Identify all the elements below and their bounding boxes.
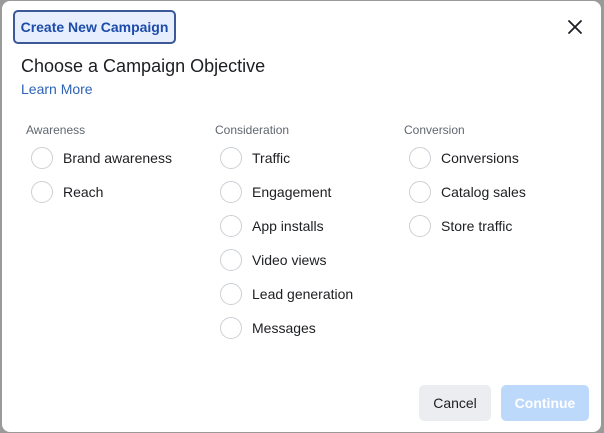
option-traffic[interactable]: Traffic xyxy=(212,138,397,172)
option-label: Lead generation xyxy=(252,286,354,302)
option-label: Brand awareness xyxy=(63,150,172,166)
option-video-views[interactable]: Video views xyxy=(212,240,397,274)
option-app-installs[interactable]: App installs xyxy=(212,206,397,240)
radio-button[interactable] xyxy=(220,147,242,169)
create-new-campaign-button[interactable]: Create New Campaign xyxy=(13,10,176,44)
radio-button[interactable] xyxy=(409,147,431,169)
radio-button[interactable] xyxy=(31,181,53,203)
option-label: Traffic xyxy=(252,150,291,166)
option-conversions[interactable]: Conversions xyxy=(401,138,586,172)
consideration-column: Consideration Traffic Engagement App ins… xyxy=(212,123,397,342)
radio-button[interactable] xyxy=(220,215,242,237)
campaign-objective-dialog: Create New Campaign Choose a Campaign Ob… xyxy=(2,1,601,432)
option-label: Catalog sales xyxy=(441,184,526,200)
radio-button[interactable] xyxy=(220,317,242,339)
radio-button[interactable] xyxy=(220,181,242,203)
radio-button[interactable] xyxy=(31,147,53,169)
column-header-consideration: Consideration xyxy=(215,123,290,137)
close-icon[interactable] xyxy=(565,17,585,37)
option-store-traffic[interactable]: Store traffic xyxy=(401,206,586,240)
option-label: Store traffic xyxy=(441,218,513,234)
option-label: Engagement xyxy=(252,184,332,200)
radio-button[interactable] xyxy=(220,283,242,305)
radio-button[interactable] xyxy=(409,215,431,237)
column-header-awareness: Awareness xyxy=(26,123,86,137)
option-lead-generation[interactable]: Lead generation xyxy=(212,274,397,308)
dialog-heading: Choose a Campaign Objective xyxy=(21,56,266,76)
option-label: App installs xyxy=(252,218,324,234)
option-label: Messages xyxy=(252,320,316,336)
option-label: Video views xyxy=(252,252,327,268)
option-engagement[interactable]: Engagement xyxy=(212,172,397,206)
awareness-column: Awareness Brand awareness Reach xyxy=(23,123,208,206)
option-catalog-sales[interactable]: Catalog sales xyxy=(401,172,586,206)
radio-button[interactable] xyxy=(409,181,431,203)
option-label: Reach xyxy=(63,184,104,200)
conversion-column: Conversion Conversions Catalog sales Sto… xyxy=(401,123,586,240)
continue-button[interactable]: Continue xyxy=(501,385,589,421)
option-label: Conversions xyxy=(441,150,519,166)
cancel-button[interactable]: Cancel xyxy=(419,385,491,421)
option-reach[interactable]: Reach xyxy=(23,172,208,206)
learn-more-link[interactable]: Learn More xyxy=(21,81,93,97)
radio-button[interactable] xyxy=(220,249,242,271)
option-messages[interactable]: Messages xyxy=(212,308,397,342)
option-brand-awareness[interactable]: Brand awareness xyxy=(23,138,208,172)
column-header-conversion: Conversion xyxy=(404,123,465,137)
